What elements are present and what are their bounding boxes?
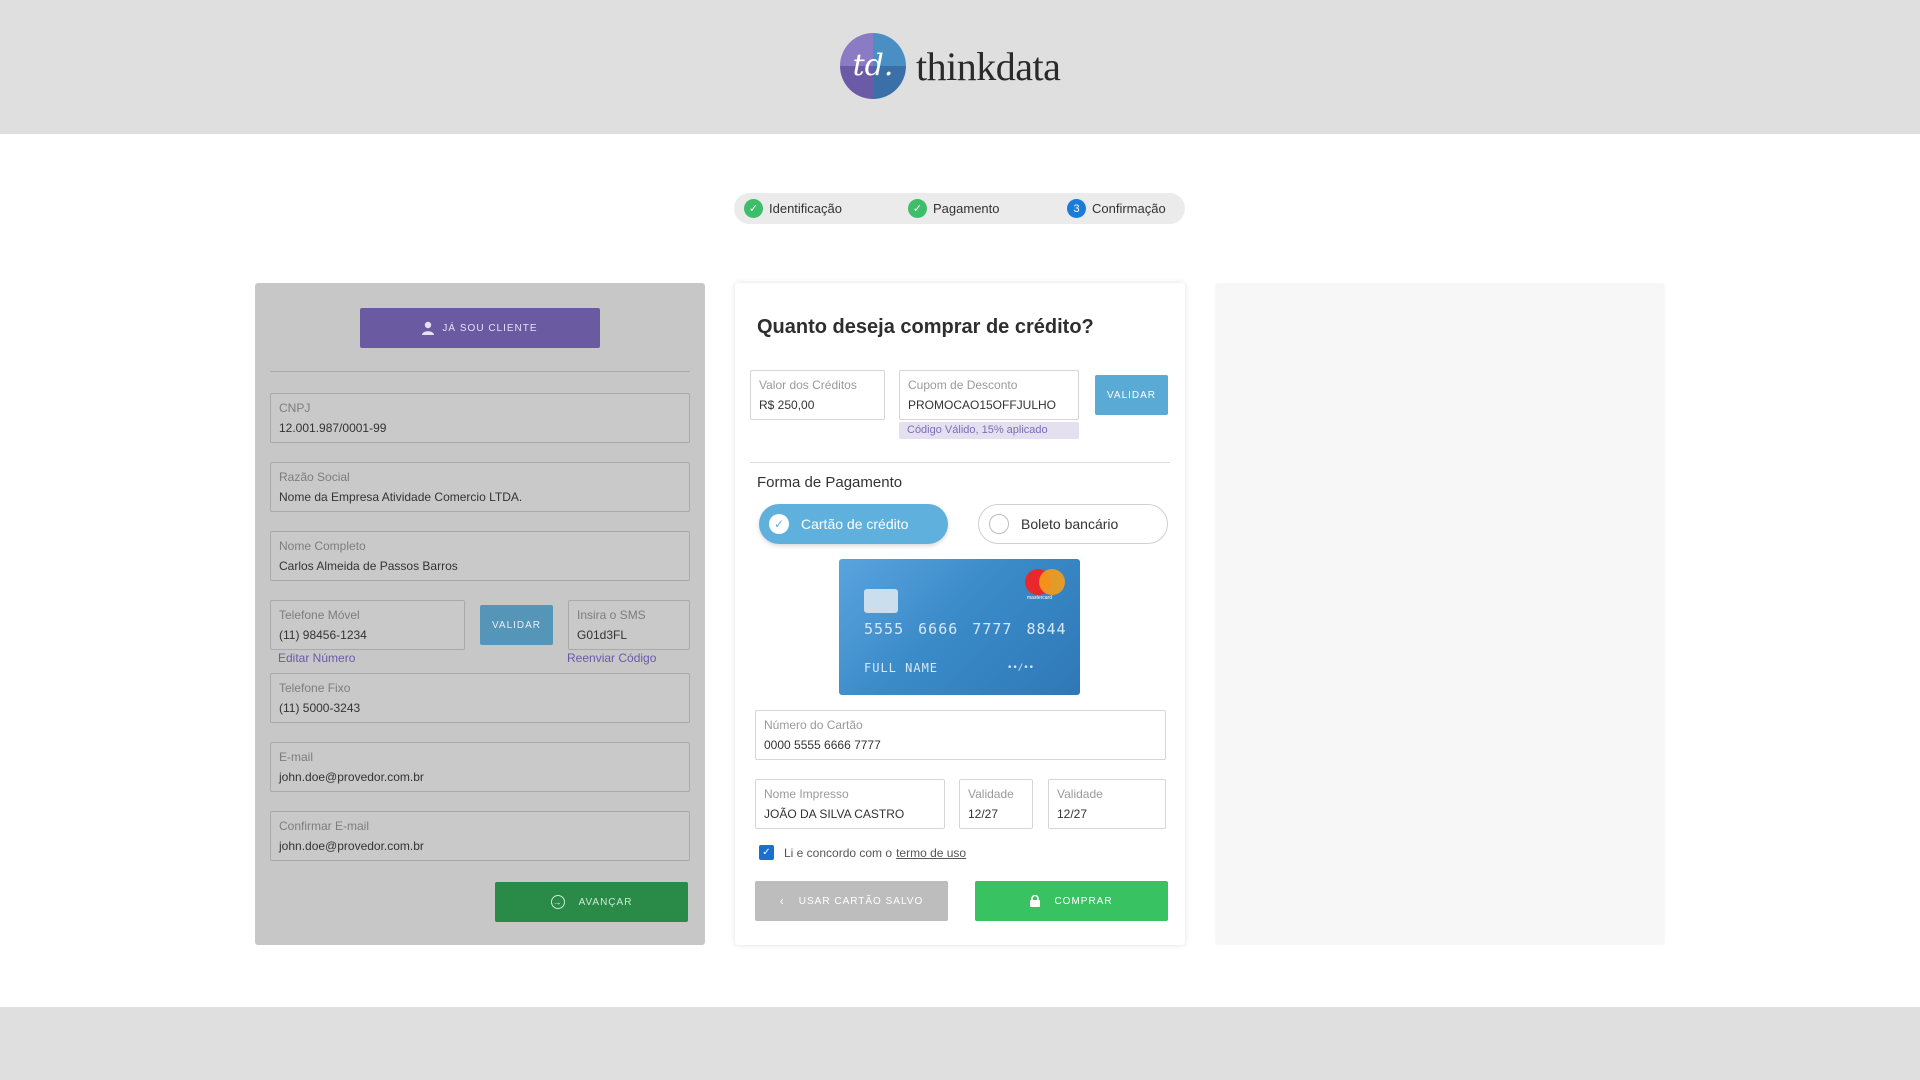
cnpj-label: CNPJ	[279, 401, 311, 415]
check-icon: ✓	[769, 514, 789, 534]
terms-checkbox[interactable]: ✓	[759, 845, 774, 860]
email-field[interactable]: E-mail john.doe@provedor.com.br	[270, 742, 690, 792]
numero-cartao-field[interactable]: Número do Cartão 0000 5555 6666 7777	[755, 710, 1166, 760]
step-identificacao: ✓ Identificação	[744, 199, 842, 218]
step-confirmacao: 3 Confirmação	[1067, 199, 1166, 218]
telefone-movel-label: Telefone Móvel	[279, 608, 360, 622]
payment-title: Quanto deseja comprar de crédito?	[757, 316, 1094, 338]
sms-value: G01d3FL	[577, 628, 628, 642]
boleto-option[interactable]: Boleto bancário	[978, 504, 1168, 544]
validar-telefone-button[interactable]: VALIDAR	[480, 605, 553, 645]
validade-field-2[interactable]: Validade 12/27	[1048, 779, 1166, 829]
card-brand-text: mastercard	[1027, 595, 1053, 601]
email-value: john.doe@provedor.com.br	[279, 770, 424, 784]
card-preview-name: FULL NAME	[864, 661, 939, 675]
ja-sou-cliente-label: JÁ SOU CLIENTE	[442, 322, 538, 334]
numero-cartao-label: Número do Cartão	[764, 718, 863, 732]
ja-sou-cliente-button[interactable]: JÁ SOU CLIENTE	[360, 308, 600, 348]
boleto-option-label: Boleto bancário	[1021, 516, 1119, 532]
validar-cupom-button[interactable]: VALIDAR	[1095, 375, 1168, 415]
radio-empty-icon	[989, 514, 1009, 534]
card-chip-icon	[864, 589, 898, 613]
avancar-button[interactable]: → AVANÇAR	[495, 882, 688, 922]
header: td. thinkdata	[0, 0, 1920, 134]
confirmation-panel	[1215, 283, 1665, 945]
sms-label: Insira o SMS	[577, 608, 646, 622]
validade-label: Validade	[1057, 787, 1103, 801]
sms-code-field[interactable]: Insira o SMS G01d3FL	[568, 600, 690, 650]
razao-social-label: Razão Social	[279, 470, 350, 484]
nome-completo-field[interactable]: Nome Completo Carlos Almeida de Passos B…	[270, 531, 690, 581]
lock-icon	[1030, 895, 1041, 907]
numero-cartao-value: 0000 5555 6666 7777	[764, 738, 881, 752]
nome-impresso-value: JOÃO DA SILVA CASTRO	[764, 807, 905, 821]
divider	[750, 462, 1170, 463]
chevron-left-icon: ‹	[779, 894, 785, 908]
avancar-label: AVANÇAR	[578, 896, 633, 908]
forma-pagamento-title: Forma de Pagamento	[757, 474, 903, 491]
editar-numero-link[interactable]: Editar Número	[278, 651, 355, 665]
termo-de-uso-link[interactable]: termo de uso	[896, 846, 966, 860]
mastercard-logo-icon: mastercard	[1025, 569, 1067, 601]
payment-panel: Quanto deseja comprar de crédito? Valor …	[735, 283, 1185, 945]
confirmar-email-field[interactable]: Confirmar E-mail john.doe@provedor.com.b…	[270, 811, 690, 861]
comprar-button[interactable]: COMPRAR	[975, 881, 1168, 921]
identification-panel: JÁ SOU CLIENTE CNPJ 12.001.987/0001-99 R…	[255, 283, 705, 945]
step-label: Pagamento	[933, 201, 1000, 216]
cupom-valid-message: Código Válido, 15% aplicado	[899, 422, 1079, 439]
nome-impresso-field[interactable]: Nome Impresso JOÃO DA SILVA CASTRO	[755, 779, 945, 829]
telefone-movel-field[interactable]: Telefone Móvel (11) 98456-1234	[270, 600, 465, 650]
nome-impresso-label: Nome Impresso	[764, 787, 849, 801]
user-icon	[422, 321, 435, 335]
confirmar-email-value: john.doe@provedor.com.br	[279, 839, 424, 853]
step-label: Identificação	[769, 201, 842, 216]
telefone-movel-value: (11) 98456-1234	[279, 628, 367, 642]
step-number-badge: 3	[1067, 199, 1086, 218]
step-pagamento: ✓ Pagamento	[908, 199, 1000, 218]
telefone-fixo-field[interactable]: Telefone Fixo (11) 5000-3243	[270, 673, 690, 723]
step-label: Confirmação	[1092, 201, 1166, 216]
card-preview-expiry: ••/••	[1007, 663, 1035, 673]
check-icon: ✓	[744, 199, 763, 218]
usar-cartao-salvo-button[interactable]: ‹ USAR CARTÃO SALVO	[755, 881, 948, 921]
validade-value: 12/27	[968, 807, 999, 821]
confirmar-email-label: Confirmar E-mail	[279, 819, 370, 833]
credit-card-preview: mastercard 5555 6666 7777 8844 FULL NAME…	[839, 559, 1080, 695]
validade-label: Validade	[968, 787, 1014, 801]
cnpj-value: 12.001.987/0001-99	[279, 421, 387, 435]
arrow-right-circle-icon: →	[550, 895, 565, 909]
footer	[0, 1007, 1920, 1080]
validade-value: 12/27	[1057, 807, 1088, 821]
reenviar-codigo-link[interactable]: Reenviar Código	[567, 651, 656, 665]
comprar-label: COMPRAR	[1054, 895, 1113, 907]
telefone-fixo-value: (11) 5000-3243	[279, 701, 361, 715]
logo-wordmark: thinkdata	[916, 43, 1061, 89]
email-label: E-mail	[279, 750, 314, 764]
logo-mark-icon: td.	[840, 33, 906, 99]
cupom-value: PROMOCAO15OFFJULHO	[908, 398, 1057, 412]
cupom-label: Cupom de Desconto	[908, 378, 1018, 392]
cupom-desconto-field[interactable]: Cupom de Desconto PROMOCAO15OFFJULHO	[899, 370, 1079, 420]
divider	[270, 371, 690, 372]
razao-social-value: Nome da Empresa Atividade Comercio LTDA.	[279, 490, 523, 504]
validade-field-1[interactable]: Validade 12/27	[959, 779, 1033, 829]
valor-creditos-label: Valor dos Créditos	[759, 378, 857, 392]
credit-card-option-label: Cartão de crédito	[801, 516, 909, 532]
valor-creditos-field[interactable]: Valor dos Créditos R$ 250,00	[750, 370, 885, 420]
telefone-fixo-label: Telefone Fixo	[279, 681, 351, 695]
valor-creditos-value: R$ 250,00	[759, 398, 815, 412]
cnpj-field[interactable]: CNPJ 12.001.987/0001-99	[270, 393, 690, 443]
usar-cartao-salvo-label: USAR CARTÃO SALVO	[798, 895, 924, 907]
razao-social-field[interactable]: Razão Social Nome da Empresa Atividade C…	[270, 462, 690, 512]
terms-text: Li e concordo com o	[784, 845, 893, 860]
check-icon: ✓	[908, 199, 927, 218]
card-preview-number: 5555 6666 7777 8844	[864, 620, 1067, 638]
terms-row: ✓ Li e concordo com o termo de uso	[759, 845, 966, 860]
credit-card-option[interactable]: ✓ Cartão de crédito	[759, 504, 948, 544]
checkout-stepper: ✓ Identificação ✓ Pagamento 3 Confirmaçã…	[734, 193, 1185, 224]
nome-completo-label: Nome Completo	[279, 539, 366, 553]
thinkdata-logo[interactable]: td. thinkdata	[840, 33, 1061, 99]
nome-completo-value: Carlos Almeida de Passos Barros	[279, 559, 458, 573]
